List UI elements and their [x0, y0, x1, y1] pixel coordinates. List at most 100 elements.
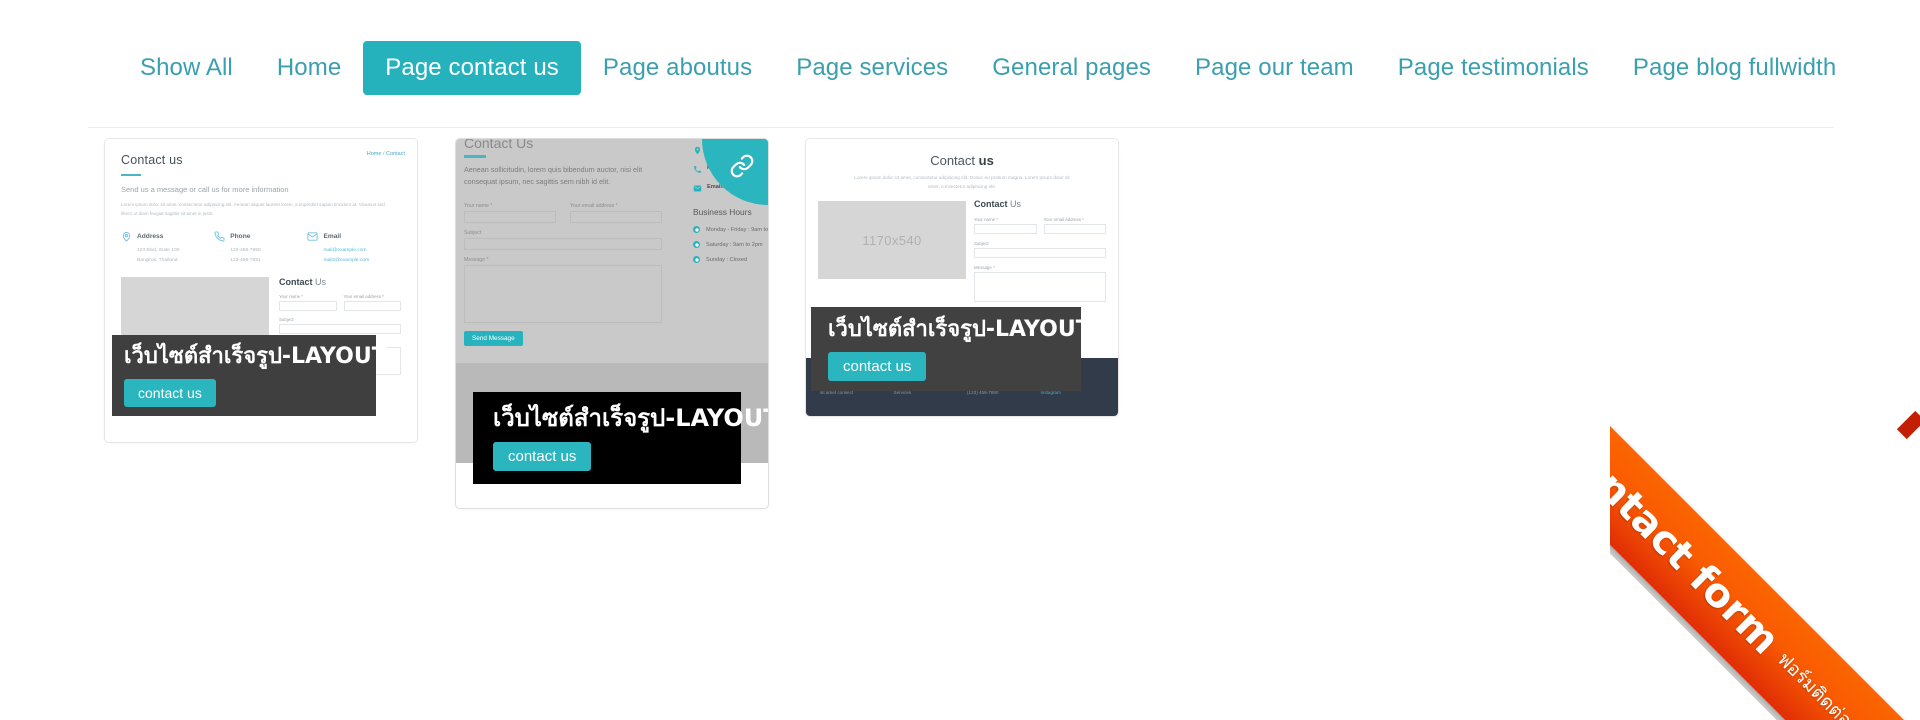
envelope-icon: [307, 231, 319, 242]
card-2-hours-text-3: Sunday : Closed: [706, 256, 748, 263]
clock-icon: [693, 241, 700, 248]
card-2-subject-label: Subject: [464, 230, 482, 236]
card-2-email-label: Your email address *: [570, 203, 618, 209]
envelope-icon: [693, 184, 702, 193]
card-1-hover-overlay[interactable]: เว็บไซต์สำเร็จรูป-LAYOUT contact us: [112, 335, 387, 416]
card-3-email-input[interactable]: [1043, 224, 1106, 234]
form-name-label: Your name *: [279, 293, 304, 299]
card-2-hours-text-1: Monday - Friday : 9am to 5pm: [706, 226, 768, 233]
card-3-overlay-title: เว็บไซต์สำเร็จรูป-LAYOUT: [828, 317, 1091, 343]
card-2-paragraph: Aenean sollicitudin, lorem quis bibendum…: [464, 165, 643, 186]
card-2-overlay-title: เว็บไซต์สำเร็จรูป-LAYOUT: [493, 403, 768, 432]
card-1-contact-list: Address 123 Blvd, Suite 100 Bangkok, Tha…: [121, 231, 401, 264]
card-1-subheading: Send us a message or call us for more in…: [121, 185, 289, 194]
card-3-preview: Contact us Lorem ipsum dolor sit amet, c…: [806, 139, 1118, 416]
filter-general-pages[interactable]: General pages: [970, 41, 1173, 95]
card-2-overlay-button[interactable]: contact us: [493, 442, 592, 472]
card-1-heading-rule: [121, 174, 141, 176]
phone-icon: [214, 231, 225, 242]
card-3-name-label: Your name *: [974, 217, 999, 222]
filter-home[interactable]: Home: [255, 41, 363, 95]
card-2-heading: Contact Us: [464, 139, 534, 151]
breadcrumb-home: Home: [366, 151, 382, 157]
contact-title-email: Email: [323, 233, 342, 241]
card-3-message-textarea[interactable]: [974, 272, 1106, 302]
card-2-preview: Contact Us Aenean sollicitudin, lorem qu…: [456, 139, 768, 508]
card-3-heading: Contact us: [806, 153, 1118, 168]
filter-page-services[interactable]: Page services: [774, 41, 970, 95]
form-email-input[interactable]: [343, 300, 401, 311]
card-1-heading: Contact us: [121, 153, 183, 167]
card-3-message-label: Message *: [974, 265, 995, 270]
card-2-hours-text-2: Saturday : 9am to 2pm: [706, 241, 763, 248]
card-2-hours-title: Business Hours: [693, 207, 752, 217]
card-1-overlay-title: เว็บไซต์สำเร็จรูป-LAYOUT: [124, 344, 387, 370]
contact-title-address: Address: [137, 233, 164, 241]
map-placeholder: 1170x540: [818, 201, 966, 279]
contact-col-address: Address 123 Blvd, Suite 100 Bangkok, Tha…: [121, 231, 214, 264]
card-1-overlay-button[interactable]: contact us: [124, 378, 216, 407]
card-2-submit-button[interactable]: Send Message: [464, 331, 523, 346]
card-3-heading-bold: us: [978, 153, 994, 168]
form-title-bold: Contact: [279, 276, 313, 287]
form-title: Contact Us: [279, 277, 401, 287]
card-1-breadcrumb: Home / Contact: [367, 151, 405, 157]
clock-icon: [693, 256, 700, 263]
form-title-light: Us: [312, 276, 326, 287]
card-3-form-title-bold: Contact: [974, 199, 1008, 209]
portfolio-item-contact-us-2[interactable]: Contact Us Aenean sollicitudin, lorem qu…: [455, 138, 769, 509]
card-3-email-label: Your email address *: [1043, 217, 1084, 222]
contact-col-phone: Phone 123-456-7890 123-456-7891: [214, 231, 307, 264]
card-3-heading-light: Contact: [930, 153, 979, 168]
card-2-message-label: Message *: [464, 257, 489, 263]
filter-page-blog-fullwidth[interactable]: Page blog fullwidth: [1611, 41, 1858, 95]
card-3-subject-input[interactable]: [974, 248, 1106, 258]
card-2-hours-row: Sunday : Closed: [693, 256, 768, 263]
clock-icon: [693, 226, 700, 233]
location-pin-icon: [121, 231, 132, 243]
card-1-paragraph: Lorem ipsum dolor sit amet, consectetur …: [121, 202, 385, 216]
card-2-email-input[interactable]: [570, 211, 662, 223]
phone-icon: [693, 165, 702, 174]
card-2-heading-rule: [464, 155, 486, 158]
filter-page-our-team[interactable]: Page our team: [1173, 41, 1376, 95]
contact-line-phone-2: 123-456-7891: [230, 257, 261, 263]
card-3-form-title: Contact Us: [974, 199, 1106, 209]
card-2-hours-row: Saturday : 9am to 2pm: [693, 241, 768, 248]
card-2-hover-overlay[interactable]: เว็บไซต์สำเร็จรูป-LAYOUT contact us: [473, 392, 768, 484]
card-2-hours-row: Monday - Friday : 9am to 5pm: [693, 226, 768, 233]
breadcrumb-current: Contact: [386, 151, 405, 157]
card-2-name-label: Your name *: [464, 203, 493, 209]
contact-line-phone-1: 123-456-7890: [230, 248, 261, 254]
form-subject-input[interactable]: [279, 323, 401, 334]
contact-line-address-1: 123 Blvd, Suite 100: [137, 248, 180, 254]
contact-line-email-2[interactable]: mail2@example.com: [307, 256, 400, 265]
portfolio-item-contact-us-3[interactable]: Contact us Lorem ipsum dolor sit amet, c…: [805, 138, 1119, 417]
form-subject-label: Subject: [279, 316, 294, 322]
portfolio-item-contact-us-1[interactable]: Home / Contact Contact us Send us a mess…: [104, 138, 418, 443]
card-3-name-input[interactable]: [974, 224, 1037, 234]
card-2-message-textarea[interactable]: [464, 265, 662, 323]
card-3-paragraph: Lorem ipsum dolor sit amet, consectetur …: [854, 175, 1070, 190]
contact-line-address-2: Bangkok, Thailand: [137, 257, 178, 263]
form-name-input[interactable]: [279, 300, 337, 311]
portfolio-filter-nav: Show All Home Page contact us Page about…: [0, 0, 1920, 135]
form-email-label: Your email address *: [343, 293, 384, 299]
location-pin-icon: [693, 146, 702, 155]
card-1-preview: Home / Contact Contact us Send us a mess…: [105, 139, 417, 442]
filter-show-all[interactable]: Show All: [118, 41, 255, 95]
card-2-name-input[interactable]: [464, 211, 556, 223]
filter-page-testimonials[interactable]: Page testimonials: [1376, 41, 1611, 95]
contact-col-email: Email mail@example.com mail2@example.com: [307, 231, 400, 264]
nav-divider: [88, 127, 1834, 128]
portfolio-grid: Home / Contact Contact us Send us a mess…: [0, 135, 1920, 720]
contact-title-phone: Phone: [230, 233, 251, 241]
card-3-form-title-light: Us: [1007, 199, 1021, 209]
filter-page-aboutus[interactable]: Page aboutus: [581, 41, 774, 95]
portfolio-page: Show All Home Page contact us Page about…: [0, 0, 1920, 720]
filter-page-contact-us[interactable]: Page contact us: [363, 40, 581, 95]
card-3-hover-overlay[interactable]: เว็บไซต์สำเร็จรูป-LAYOUT contact us: [811, 307, 1091, 391]
card-3-overlay-button[interactable]: contact us: [828, 351, 927, 381]
card-2-subject-input[interactable]: [464, 238, 662, 250]
contact-line-email-1[interactable]: mail@example.com: [307, 246, 400, 255]
